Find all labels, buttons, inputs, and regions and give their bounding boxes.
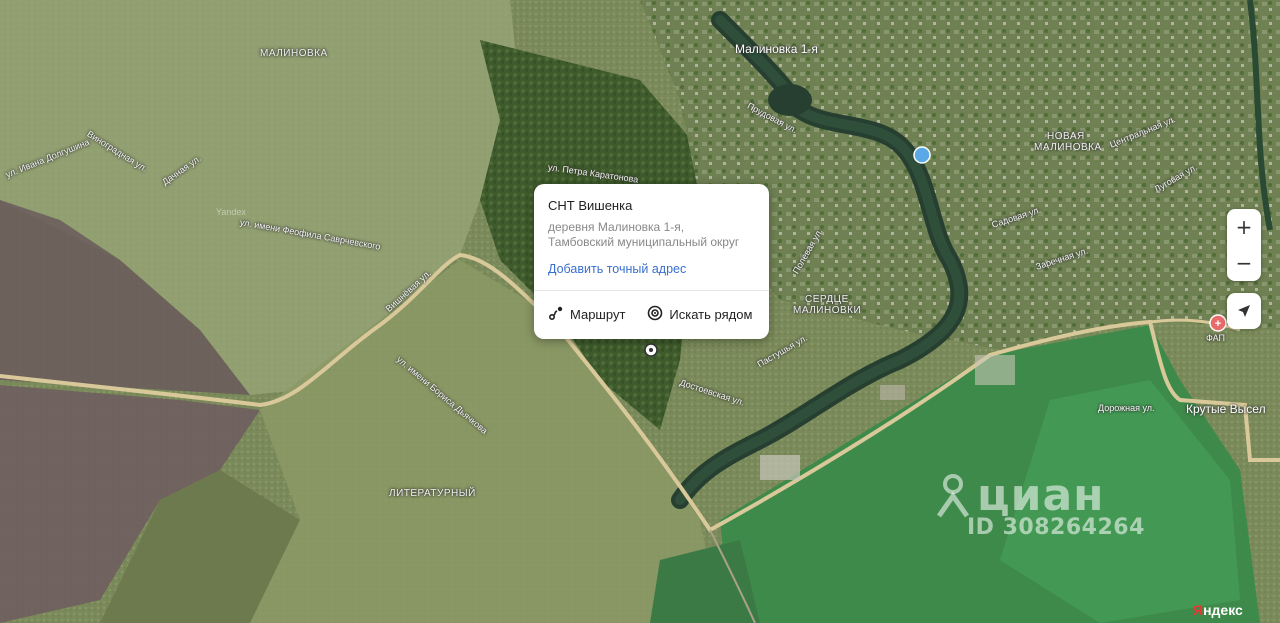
location-marker-dot — [649, 348, 653, 352]
label-malinovka: МАЛИНОВКА — [260, 48, 328, 59]
place-popup: СНТ Вишенка деревня Малиновка 1-я, Тамбо… — [534, 184, 769, 339]
popup-address-line2: Тамбовский муниципальный округ — [548, 235, 740, 249]
target-icon — [647, 305, 663, 324]
geolocation-button[interactable] — [1227, 293, 1261, 329]
yandex-logo[interactable]: Яндекс — [1193, 602, 1243, 618]
label-literaturny: ЛИТЕРАТУРНЫЙ — [389, 488, 476, 499]
popup-address-line1: деревня Малиновка 1-я, — [548, 220, 685, 234]
label-fap: ФАП — [1206, 333, 1226, 343]
label-krutye: Крутые Высел — [1186, 402, 1266, 416]
zoom-in-button[interactable]: + — [1227, 209, 1261, 245]
route-label: Маршрут — [570, 307, 626, 322]
street-label: Дорожная ул. — [1098, 403, 1155, 413]
zoom-controls: + − — [1227, 209, 1261, 281]
route-button[interactable]: Маршрут — [548, 305, 625, 324]
geolocation-control — [1227, 293, 1261, 329]
label-serdtse-1: СЕРДЦЕ — [805, 294, 849, 305]
label-novaya-malinovka-1: НОВАЯ — [1047, 131, 1085, 142]
cian-watermark: циан ID 308264264 — [935, 470, 1145, 540]
paw-icon — [913, 146, 931, 164]
zoom-out-button[interactable]: − — [1227, 245, 1261, 281]
label-serdtse-2: МАЛИНОВКИ — [793, 305, 862, 316]
building-cluster — [975, 355, 1015, 385]
map-faint-watermark: Yandex — [216, 207, 246, 217]
label-malinovka-1: Малиновка 1-я — [735, 42, 818, 56]
navigation-arrow-icon — [1238, 305, 1250, 317]
search-nearby-label: Искать рядом — [669, 307, 753, 322]
add-address-link[interactable]: Добавить точный адрес — [548, 262, 686, 276]
label-novaya-malinovka-2: МАЛИНОВКА — [1034, 142, 1102, 153]
popup-actions: Маршрут Искать рядом — [548, 291, 755, 324]
building-cluster — [760, 455, 800, 480]
watermark-brand: циан — [935, 470, 1145, 521]
pond — [768, 84, 812, 116]
route-icon — [548, 305, 564, 324]
building-cluster — [880, 385, 905, 400]
cian-logo-icon — [936, 473, 970, 517]
search-nearby-button[interactable]: Искать рядом — [647, 305, 752, 324]
yandex-logo-first-letter: Я — [1193, 602, 1204, 618]
watermark-id: ID 308264264 — [967, 515, 1145, 540]
yandex-logo-rest: ндекс — [1203, 602, 1243, 618]
popup-title: СНТ Вишенка — [548, 198, 633, 213]
watermark-brand-text: циан — [977, 470, 1105, 521]
medical-cross-glyph: + — [1215, 318, 1221, 330]
